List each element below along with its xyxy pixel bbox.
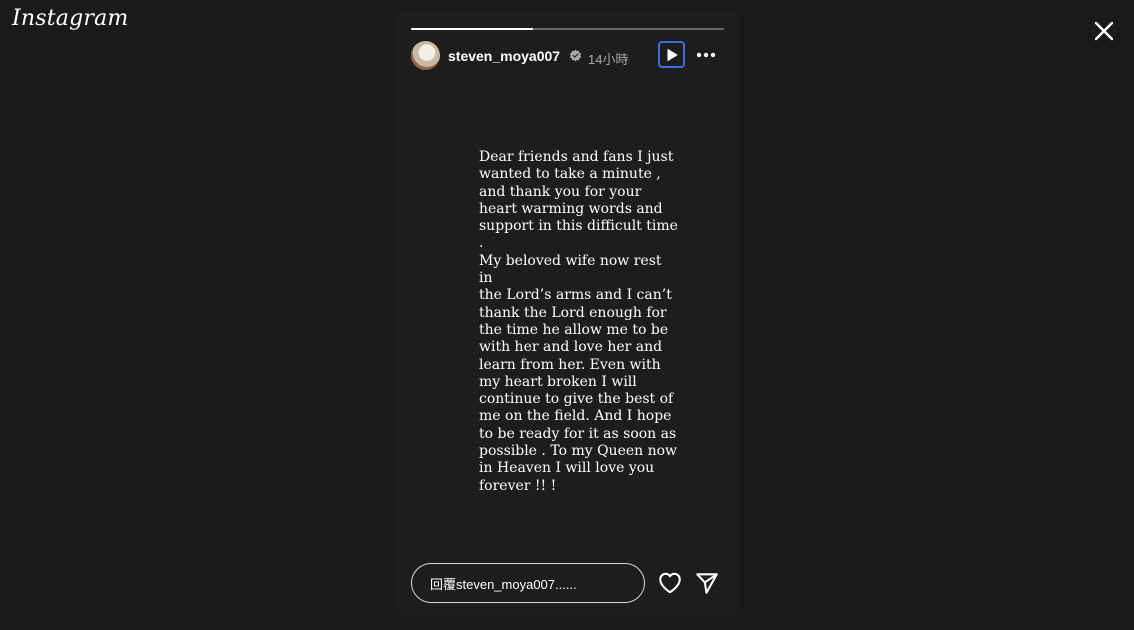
verified-badge-icon [569, 49, 582, 62]
more-horizontal-icon [696, 52, 716, 58]
close-button[interactable] [1092, 19, 1116, 43]
story-panel[interactable]: steven_moya007 14小時 Dear friends and fan… [397, 11, 738, 617]
share-button[interactable] [694, 570, 720, 596]
story-header: steven_moya007 14小時 [411, 41, 724, 71]
story-progress-fill [411, 28, 534, 30]
story-progress-bar [411, 28, 724, 30]
story-timestamp: 14小時 [588, 52, 629, 67]
story-text: Dear friends and fans I just wanted to t… [479, 149, 678, 494]
instagram-logo[interactable]: Instagram [12, 6, 128, 31]
heart-icon [659, 572, 681, 594]
close-icon [1094, 21, 1114, 41]
username[interactable]: steven_moya007 [448, 48, 560, 64]
play-icon [667, 48, 677, 61]
avatar[interactable] [411, 41, 440, 70]
reply-input[interactable]: 回覆steven_moya007...... [411, 563, 645, 603]
send-icon [696, 573, 718, 594]
play-button[interactable] [658, 41, 685, 68]
story-viewer: Instagram steven_moya007 14小時 Dear frien… [0, 0, 1134, 630]
like-button[interactable] [657, 570, 683, 596]
more-options-button[interactable] [696, 47, 716, 63]
